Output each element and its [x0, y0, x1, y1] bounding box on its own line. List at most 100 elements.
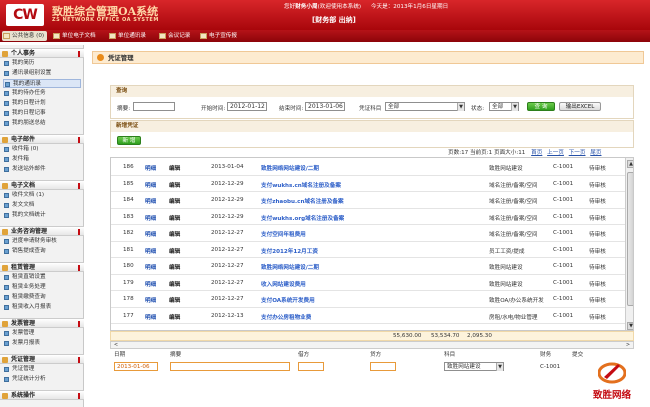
row-account: 致胜OA/办公系统开发	[489, 298, 544, 304]
sidebar-section-docs[interactable]: 电子文档	[0, 180, 84, 190]
row-summary-link[interactable]: 支付zhaobu.cn域名注册及备案	[261, 197, 344, 205]
end-date-input[interactable]: 2013-01-06	[305, 102, 345, 111]
sidebar-item-my-contacts[interactable]: 我的通讯录	[3, 79, 81, 88]
sidebar-item-voucher-stats[interactable]: 凭证统计分析	[3, 375, 81, 384]
add-button[interactable]: 新 增	[117, 136, 141, 145]
tab-bulletin[interactable]: 电子宣传报	[199, 31, 237, 41]
total-debit: 55,630.00	[393, 333, 422, 339]
totals-row: 55,630.00 53,534.70 2,095.30	[110, 331, 634, 341]
row-detail-link[interactable]: 明细	[145, 296, 156, 304]
sidebar-item-received-docs[interactable]: 收件文档 (1)	[3, 191, 81, 200]
tab-public-info[interactable]: 公共信息 (0)	[2, 31, 48, 41]
sidebar-item-invoice-report[interactable]: 发票月报表	[3, 339, 81, 348]
status-select[interactable]: 全部 ▼	[489, 102, 519, 111]
sidebar-item-lease-settings[interactable]: 租赁直销设置	[3, 273, 81, 282]
horizontal-scrollbar[interactable]: < >	[110, 341, 634, 349]
row-edit-link[interactable]: 编辑	[169, 247, 180, 255]
row-edit-link[interactable]: 编辑	[169, 313, 180, 321]
pager-first[interactable]: 首页	[531, 150, 542, 156]
sidebar-section-personal[interactable]: 个人事务	[0, 48, 84, 58]
query-button[interactable]: 查 询	[527, 102, 555, 111]
tab-meetings[interactable]: 会议记录	[158, 31, 190, 41]
header-links[interactable]: [财务部 出纳]	[312, 15, 356, 25]
summary-input[interactable]	[133, 102, 175, 111]
sidebar-item-diary[interactable]: 我的日程记事	[3, 109, 81, 118]
sidebar-section-invoice[interactable]: 发票管理	[0, 318, 84, 328]
row-summary-link[interactable]: 收入网站建设费用	[261, 280, 306, 288]
sidebar-item-lease-payments[interactable]: 租赁缴费查询	[3, 293, 81, 302]
row-summary-link[interactable]: 致胜网络网站建设/二期	[261, 263, 319, 271]
sidebar-item-lease-report[interactable]: 租赁收入月报表	[3, 303, 81, 312]
sidebar-item-invoice-mgmt[interactable]: 发票管理	[3, 329, 81, 338]
entry-subject-select[interactable]: 致胜网站建设 ▼	[444, 362, 504, 371]
sidebar-item-outbox[interactable]: 发件箱	[3, 155, 81, 164]
row-edit-link[interactable]: 编辑	[169, 181, 180, 189]
row-edit-link[interactable]: 编辑	[169, 164, 180, 172]
row-detail-link[interactable]: 明细	[145, 197, 156, 205]
tab-contacts[interactable]: 单位通讯录	[108, 31, 146, 41]
row-summary-link[interactable]: 支付OA系统开发费用	[261, 296, 315, 304]
entry-summary-input[interactable]	[170, 362, 290, 371]
row-edit-link[interactable]: 编辑	[169, 197, 180, 205]
row-detail-link[interactable]: 明细	[145, 214, 156, 222]
sidebar-item-doc-stats[interactable]: 我的文档统计	[3, 211, 81, 220]
query-panel: 查询 摘要: 开始时间: 2012-01-12 结束时间: 2013-01-06…	[110, 85, 634, 119]
sidebar-item-resume[interactable]: 我的简历	[3, 59, 81, 68]
row-summary-link[interactable]: 支付2012年12月工资	[261, 247, 318, 255]
start-date-input[interactable]: 2012-01-12	[227, 102, 267, 111]
sidebar-item-summary[interactable]: 我的朋送总结	[3, 119, 81, 128]
sidebar-item-inbox[interactable]: 收件箱 (0)	[3, 145, 81, 154]
sidebar-section-consulting[interactable]: 业务咨询管理	[0, 226, 84, 236]
row-detail-link[interactable]: 明细	[145, 280, 156, 288]
row-summary-link[interactable]: 致胜网络网站建设/二期	[261, 164, 319, 172]
vertical-scrollbar[interactable]: ▲ ▼	[625, 158, 633, 330]
row-detail-link[interactable]: 明细	[145, 164, 156, 172]
row-edit-link[interactable]: 编辑	[169, 230, 180, 238]
entry-credit-input[interactable]	[370, 362, 396, 371]
row-summary-link[interactable]: 支付办公房租物业费	[261, 313, 311, 321]
row-detail-link[interactable]: 明细	[145, 230, 156, 238]
row-summary-link[interactable]: 支付空间年租费用	[261, 230, 306, 238]
sidebar-item-sales-commission[interactable]: 销售提成查询	[3, 247, 81, 256]
site-watermark: 致胜网络	[576, 356, 648, 404]
sidebar-item-lease-processing[interactable]: 租赁业务处理	[3, 283, 81, 292]
row-edit-link[interactable]: 编辑	[169, 263, 180, 271]
entry-row: 2013-01-06 致胜网站建设 ▼ C-1001	[110, 359, 634, 385]
sidebar-item-voucher-mgmt[interactable]: 凭证管理	[3, 365, 81, 374]
row-detail-link[interactable]: 明细	[145, 263, 156, 271]
entry-header-finance: 财务	[540, 352, 552, 358]
entry-date-input[interactable]: 2013-01-06	[114, 362, 158, 371]
row-edit-link[interactable]: 编辑	[169, 296, 180, 304]
scroll-thumb[interactable]	[627, 172, 633, 306]
row-date: 2012-12-27	[211, 246, 244, 253]
row-detail-link[interactable]: 明细	[145, 181, 156, 189]
row-summary-link[interactable]: 支付wukhs.cn域名注册及备案	[261, 181, 341, 189]
sidebar-item-contact-groups[interactable]: 通讯录组别设置	[3, 69, 81, 78]
scroll-down-icon[interactable]: ▼	[627, 322, 633, 330]
row-edit-link[interactable]: 编辑	[169, 214, 180, 222]
sidebar-item-progress-review[interactable]: 进度申请财务审核	[3, 237, 81, 246]
sidebar-section-email[interactable]: 电子邮件	[0, 134, 84, 144]
export-excel-button[interactable]: 输出EXCEL	[559, 102, 601, 111]
pager-last[interactable]: 尾页	[590, 150, 601, 156]
sidebar-item-schedule[interactable]: 我的日程计划	[3, 99, 81, 108]
row-detail-link[interactable]: 明细	[145, 247, 156, 255]
sidebar-item-sent-docs[interactable]: 发文文档	[3, 201, 81, 210]
row-summary-link[interactable]: 支付wukhs.org域名注册及备案	[261, 214, 344, 222]
sidebar-item-external-mail[interactable]: 发送站外邮件	[3, 165, 81, 174]
entry-debit-input[interactable]	[298, 362, 324, 371]
sidebar-section-system[interactable]: 系统操作	[0, 390, 84, 400]
subject-label: 凭证科目	[359, 106, 382, 112]
sidebar-item-todo[interactable]: 我的待办任务	[3, 89, 81, 98]
pager-prev[interactable]: 上一页	[547, 150, 564, 156]
sidebar-section-voucher[interactable]: 凭证管理	[0, 354, 84, 364]
sidebar-section-lease[interactable]: 租赁管理	[0, 262, 84, 272]
row-edit-link[interactable]: 编辑	[169, 280, 180, 288]
scroll-up-icon[interactable]: ▲	[627, 160, 633, 168]
pager-next[interactable]: 下一页	[569, 150, 586, 156]
subject-select[interactable]: 全部 ▼	[385, 102, 465, 111]
row-detail-link[interactable]: 明细	[145, 313, 156, 321]
scroll-left-icon[interactable]: <	[112, 342, 120, 348]
tab-documents[interactable]: 单位电子文档	[52, 31, 96, 41]
scroll-right-icon[interactable]: >	[624, 342, 632, 348]
